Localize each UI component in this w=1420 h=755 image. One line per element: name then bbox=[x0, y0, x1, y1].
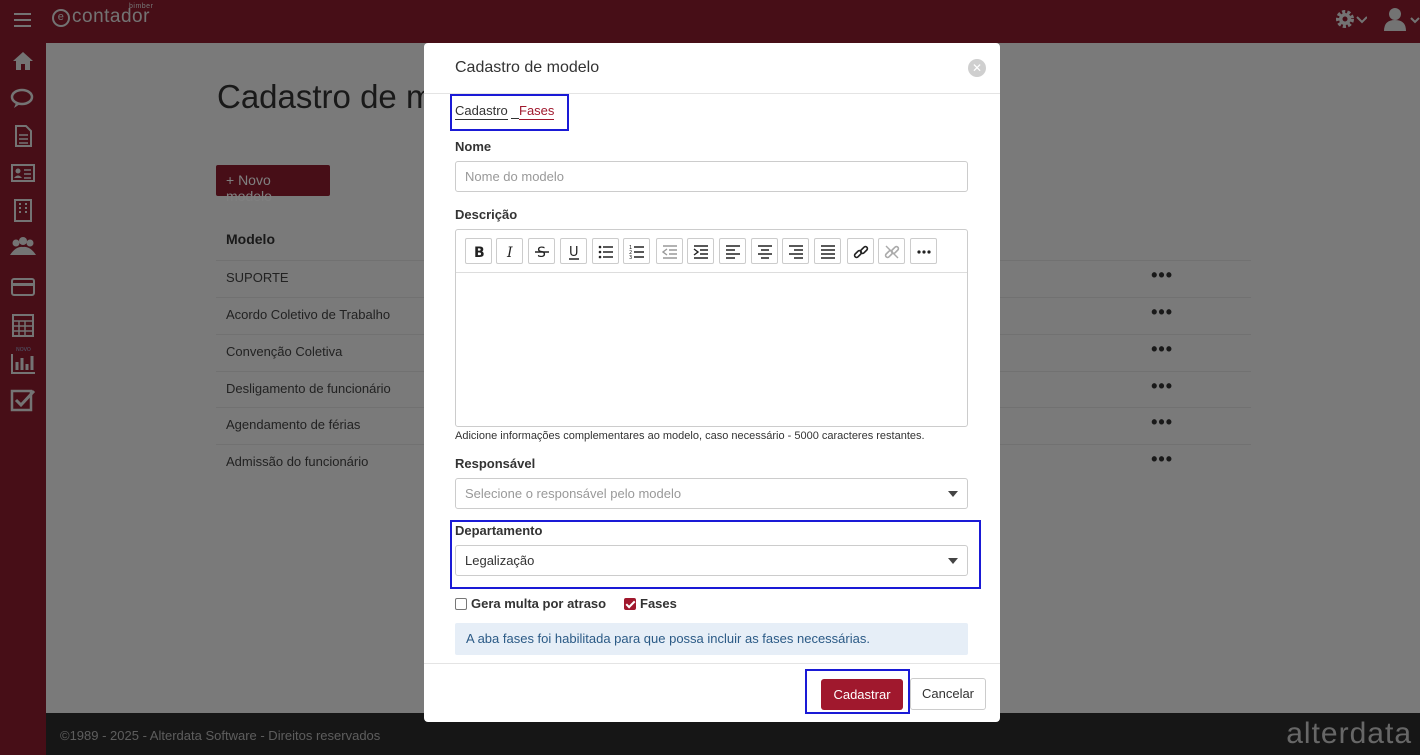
fases-checkbox[interactable]: Fases bbox=[624, 596, 677, 611]
nome-label: Nome bbox=[455, 139, 492, 154]
underline-icon[interactable]: U bbox=[560, 238, 587, 264]
editor-toolbar: B I S U 123 bbox=[456, 230, 967, 273]
gera-multa-checkbox[interactable]: Gera multa por atraso bbox=[455, 596, 606, 611]
highlight-box bbox=[450, 94, 569, 131]
svg-text:3: 3 bbox=[629, 255, 632, 260]
dialog-header: Cadastro de modelo ✕ bbox=[424, 43, 1000, 94]
strikethrough-icon[interactable]: S bbox=[528, 238, 555, 264]
checkbox-unchecked[interactable] bbox=[455, 598, 467, 610]
descricao-editor: B I S U 123 bbox=[455, 229, 968, 427]
cancel-button[interactable]: Cancelar bbox=[910, 678, 986, 710]
nome-input[interactable]: Nome do modelo bbox=[455, 161, 968, 192]
align-justify-icon[interactable] bbox=[814, 238, 841, 264]
descricao-hint: Adicione informações complementares ao m… bbox=[455, 430, 925, 442]
descricao-textarea[interactable] bbox=[456, 274, 967, 426]
dialog-title: Cadastro de modelo bbox=[455, 59, 600, 76]
svg-text:B: B bbox=[474, 245, 485, 260]
unlink-icon[interactable] bbox=[878, 238, 905, 264]
align-right-icon[interactable] bbox=[782, 238, 809, 264]
close-icon[interactable]: ✕ bbox=[968, 59, 986, 77]
more-icon[interactable] bbox=[910, 238, 937, 264]
svg-text:I: I bbox=[506, 245, 513, 260]
info-alert: A aba fases foi habilitada para que poss… bbox=[455, 623, 968, 655]
responsavel-select[interactable]: Selecione o responsável pelo modelo bbox=[455, 478, 968, 509]
outdent-icon[interactable] bbox=[656, 238, 683, 264]
descricao-label: Descrição bbox=[455, 207, 518, 222]
model-dialog: Cadastro de modelo ✕ Cadastro Fases Nome… bbox=[424, 43, 1000, 722]
align-left-icon[interactable] bbox=[719, 238, 746, 264]
italic-icon[interactable]: I bbox=[496, 238, 523, 264]
responsavel-label: Responsável bbox=[455, 456, 536, 471]
numbered-list-icon[interactable]: 123 bbox=[623, 238, 650, 264]
align-center-icon[interactable] bbox=[751, 238, 778, 264]
svg-text:U: U bbox=[569, 245, 579, 260]
highlight-box bbox=[450, 520, 981, 589]
bold-icon[interactable]: B bbox=[465, 238, 492, 264]
chevron-down-icon bbox=[948, 491, 958, 497]
link-icon[interactable] bbox=[847, 238, 874, 264]
bullet-list-icon[interactable] bbox=[592, 238, 619, 264]
dialog-footer: Cadastrar Cancelar bbox=[424, 663, 1000, 722]
checkbox-checked[interactable] bbox=[624, 598, 636, 610]
highlight-box bbox=[805, 669, 910, 714]
indent-icon[interactable] bbox=[687, 238, 714, 264]
